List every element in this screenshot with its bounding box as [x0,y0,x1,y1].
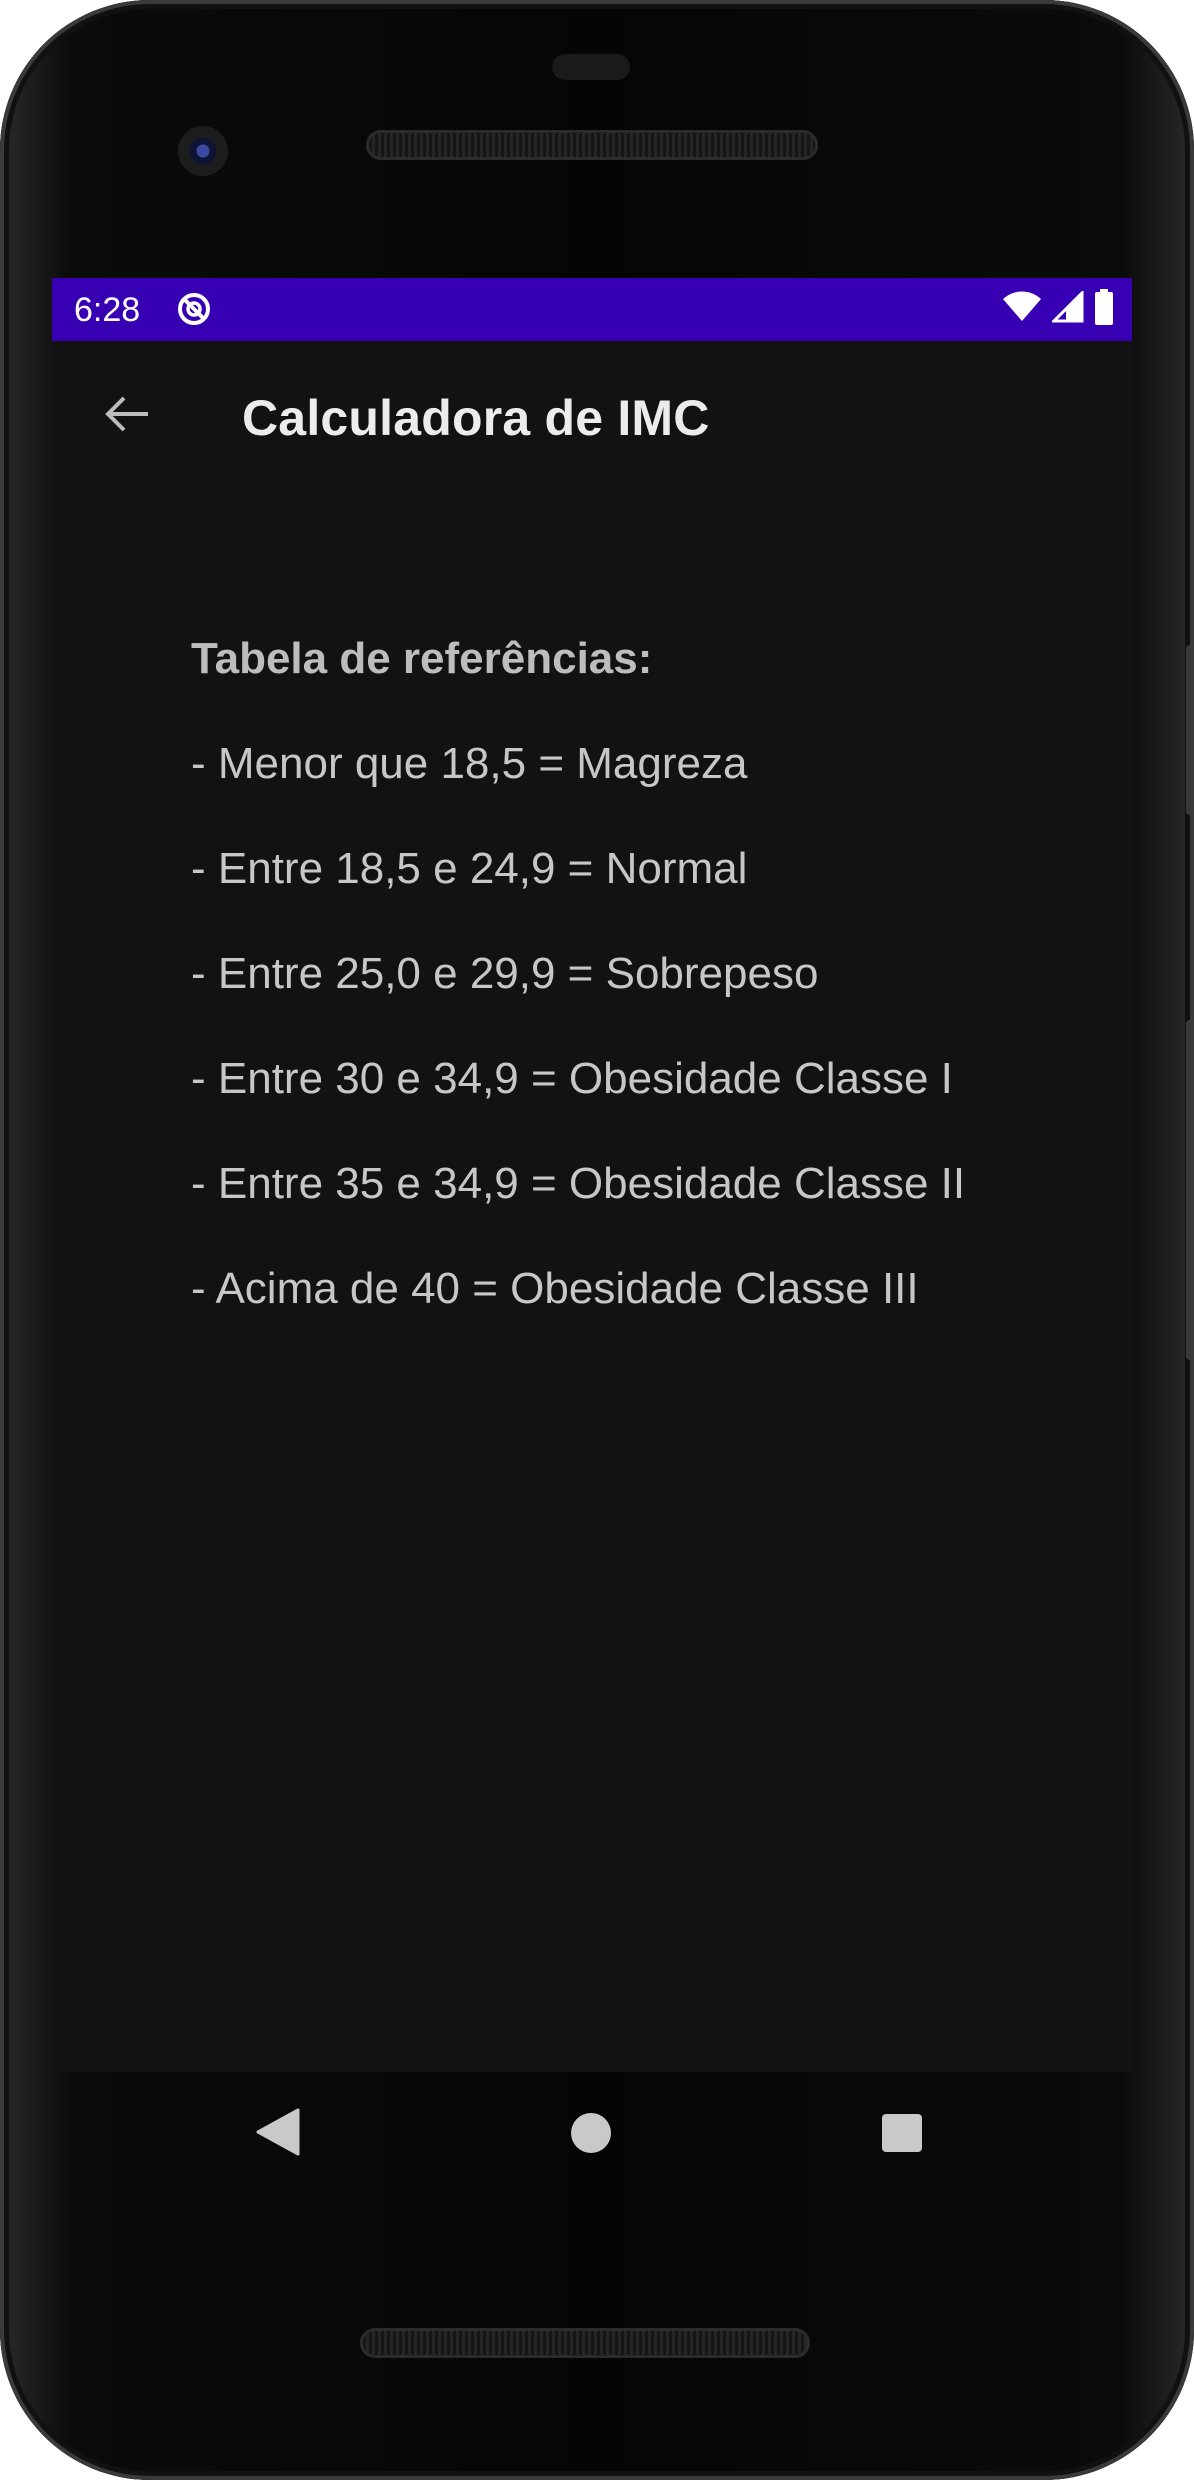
reference-item-obesidade-ii: - Entre 35 e 34,9 = Obesidade Classe II [191,1159,966,1208]
status-time: 6:28 [74,291,141,329]
top-app-bar: Calculadora de IMC [52,341,1132,489]
navigation-bar [0,2072,1194,2202]
top-speaker-grille [366,130,818,160]
reference-item-obesidade-iii: - Acima de 40 = Obesidade Classe III [191,1264,919,1313]
nav-recents-icon[interactable] [882,2114,922,2152]
screen: 6:28 Calculadora de IMC Tabela de referê… [52,278,1132,2072]
reference-item-normal: - Entre 18,5 e 24,9 = Normal [191,844,748,893]
power-button [1186,645,1194,815]
page-title: Calculadora de IMC [242,390,710,446]
status-icons [1002,288,1114,330]
proximity-sensor [552,54,630,80]
reference-item-obesidade-i: - Entre 30 e 34,9 = Obesidade Classe I [191,1054,953,1103]
volume-buttons [1186,1020,1194,1360]
reference-table: Tabela de referências: - Menor que 18,5 … [191,633,1091,1368]
reference-item-sobrepeso: - Entre 25,0 e 29,9 = Sobrepeso [191,949,819,998]
data-saver-icon [175,290,213,328]
back-button[interactable] [92,381,162,451]
reference-item-magreza: - Menor que 18,5 = Magreza [191,739,748,788]
nav-back-icon[interactable] [256,2108,300,2156]
wifi-icon [1002,291,1042,328]
arrow-back-icon [104,394,150,439]
bottom-speaker-grille [360,2328,810,2358]
status-bar: 6:28 [52,278,1132,341]
front-camera [178,126,228,176]
phone-frame: 6:28 Calculadora de IMC Tabela de referê… [0,0,1194,2480]
battery-icon [1094,288,1114,330]
reference-table-heading: Tabela de referências: [191,634,653,683]
nav-home-icon[interactable] [571,2113,611,2153]
cellular-signal-icon [1050,288,1084,328]
